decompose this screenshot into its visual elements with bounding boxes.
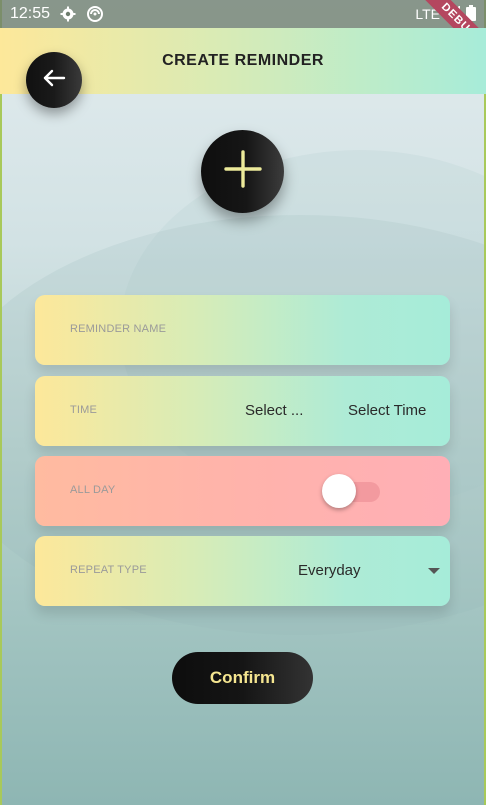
time-label: TIME: [70, 404, 98, 416]
time-select[interactable]: Select Time: [348, 402, 426, 419]
status-time: 12:55: [10, 5, 51, 22]
add-image-button[interactable]: [201, 130, 284, 213]
arrow-left-icon: [42, 68, 66, 93]
repeat-type-label: REPEAT TYPE: [70, 564, 147, 576]
chevron-down-icon[interactable]: [428, 568, 440, 574]
plus-icon: [223, 149, 263, 194]
sync-icon: [86, 5, 104, 23]
back-button[interactable]: [26, 52, 82, 108]
repeat-type-select[interactable]: Everyday: [298, 562, 361, 579]
time-card: TIME Select ... Select Time: [35, 376, 450, 446]
confirm-button[interactable]: Confirm: [172, 652, 313, 704]
toggle-thumb: [322, 474, 356, 508]
status-bar: 12:55 LTE DEBUG: [0, 0, 486, 67]
all-day-toggle[interactable]: [322, 474, 380, 508]
all-day-card: ALL DAY: [35, 456, 450, 526]
reminder-name-label: REMINDER NAME: [70, 323, 167, 335]
reminder-name-field[interactable]: REMINDER NAME: [35, 295, 450, 365]
create-reminder-screen: 12:55 LTE DEBUG CREATE REMINDER REMINDER…: [0, 0, 486, 805]
frame-edge-left: [0, 0, 2, 805]
all-day-label: ALL DAY: [70, 484, 116, 496]
date-select[interactable]: Select ...: [245, 402, 303, 419]
gear-icon: [60, 6, 76, 22]
repeat-type-card: REPEAT TYPE Everyday: [35, 536, 450, 606]
